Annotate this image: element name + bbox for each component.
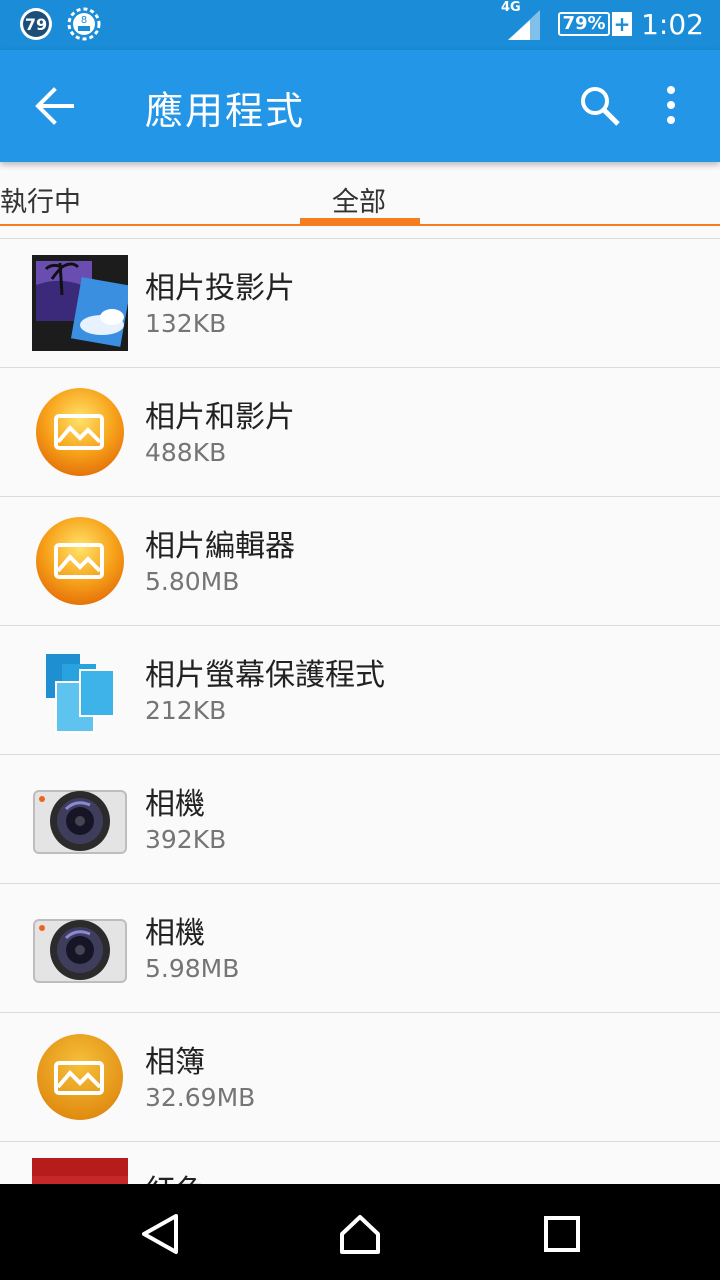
- app-name: 相片和影片: [145, 400, 295, 435]
- search-icon[interactable]: [578, 84, 622, 128]
- app-size: 392KB: [145, 825, 227, 854]
- svg-text:8: 8: [81, 15, 87, 26]
- back-arrow-icon[interactable]: [32, 86, 80, 126]
- app-name: 紅色: [145, 1166, 205, 1185]
- tab-running[interactable]: 執行中: [0, 180, 81, 219]
- list-item[interactable]: 相機 392KB: [0, 755, 720, 884]
- app-size: 5.98MB: [145, 954, 240, 983]
- app-size: 5.80MB: [145, 567, 240, 596]
- app-name: 相片投影片: [145, 271, 295, 306]
- app-size: 132KB: [145, 309, 227, 338]
- navigation-bar: [0, 1184, 720, 1280]
- app-bar: 應用程式: [0, 50, 720, 162]
- list-item[interactable]: 相機 5.98MB: [0, 884, 720, 1013]
- page-title: 應用程式: [145, 89, 306, 133]
- battery-level: 79%: [562, 13, 606, 34]
- app-name: 相機: [145, 787, 205, 822]
- nav-back-icon[interactable]: [138, 1212, 182, 1256]
- app-list[interactable]: 相片投影片 132KB 相片和影片 488KB 相片編輯器 5.80MB 相片螢…: [0, 238, 720, 1185]
- list-item[interactable]: 相片和影片 488KB: [0, 368, 720, 497]
- list-item[interactable]: 相片編輯器 5.80MB: [0, 497, 720, 626]
- clock: 1:02: [641, 8, 704, 41]
- app-size: 212KB: [145, 696, 227, 725]
- charging-icon: +: [612, 12, 632, 36]
- svg-text:79: 79: [25, 15, 47, 34]
- list-item[interactable]: 相片螢幕保護程式 212KB: [0, 626, 720, 755]
- battery-icon: 79%: [558, 12, 610, 36]
- photo-slideshow-icon: [32, 255, 132, 351]
- camera-icon: [32, 771, 128, 867]
- app-size: 32.69MB: [145, 1083, 256, 1112]
- app-name: 相片編輯器: [145, 529, 295, 564]
- album-icon: [32, 1029, 128, 1125]
- nav-home-icon[interactable]: [338, 1212, 382, 1256]
- photo-screensaver-icon: [32, 642, 128, 738]
- notification-badge-icon: 79: [18, 6, 54, 42]
- tab-bar: 執行中 全部: [0, 162, 720, 226]
- nav-recents-icon[interactable]: [540, 1212, 584, 1256]
- app-size: 488KB: [145, 438, 227, 467]
- list-item[interactable]: 相簿 32.69MB: [0, 1013, 720, 1142]
- album-orange-icon: [32, 513, 128, 609]
- status-bar: 79 8 4G 79% + 1:02: [0, 0, 720, 50]
- more-options-icon[interactable]: [656, 84, 686, 128]
- camera-icon: [32, 900, 128, 996]
- tab-all[interactable]: 全部: [332, 180, 386, 219]
- list-item[interactable]: 相片投影片 132KB: [0, 239, 720, 368]
- settings-badge-icon: 8: [66, 6, 102, 42]
- list-item[interactable]: 紅色: [0, 1142, 720, 1185]
- app-name: 相片螢幕保護程式: [145, 658, 385, 693]
- tab-indicator: [300, 218, 420, 224]
- app-name: 相簿: [145, 1045, 205, 1080]
- app-name: 相機: [145, 916, 205, 951]
- signal-icon: [506, 8, 542, 44]
- album-orange-icon: [32, 384, 128, 480]
- red-theme-icon: [32, 1158, 128, 1185]
